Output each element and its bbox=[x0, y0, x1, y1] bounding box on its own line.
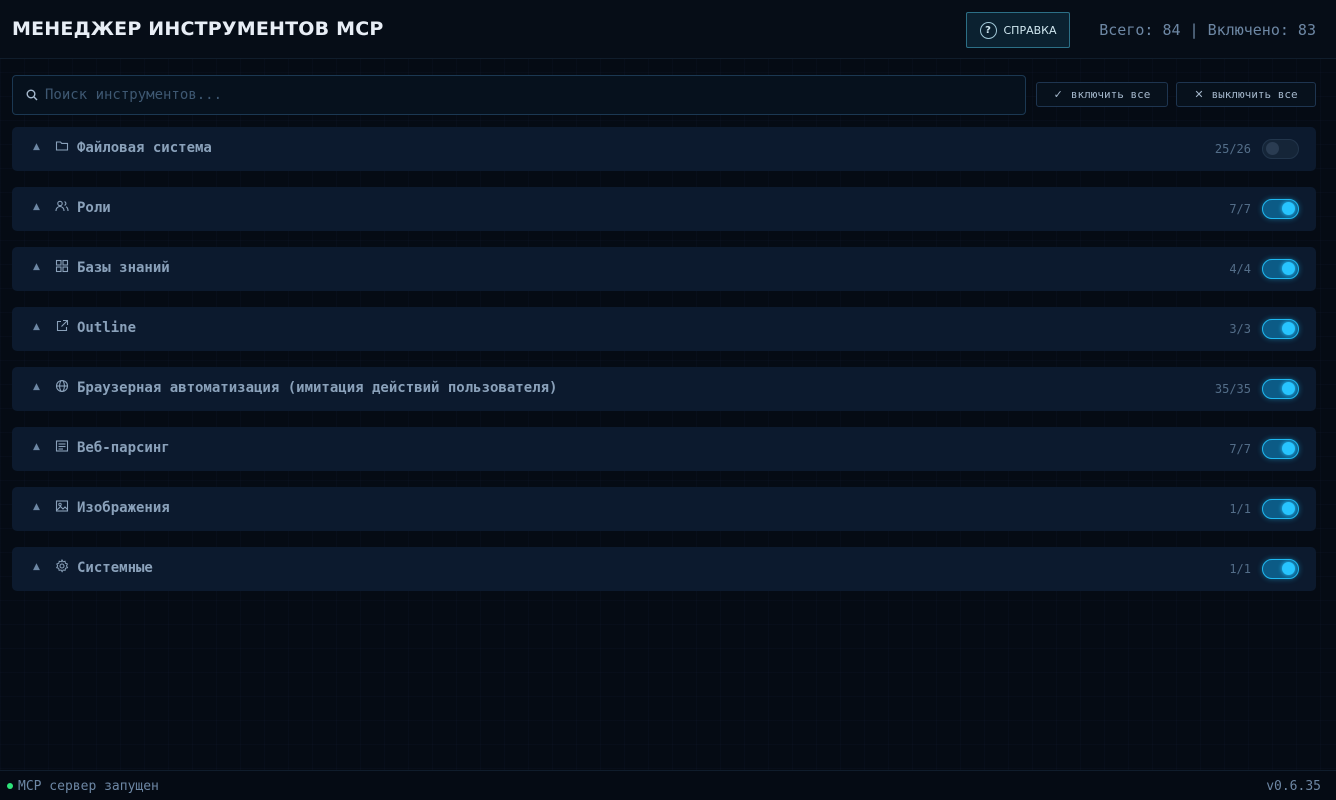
status-bar: MCP сервер запущен v0.6.35 bbox=[0, 770, 1336, 800]
collapse-caret-icon[interactable]: ▲ bbox=[33, 202, 40, 212]
enable-all-button[interactable]: ✓ включить все bbox=[1036, 82, 1168, 107]
collapse-caret-icon[interactable]: ▲ bbox=[33, 562, 40, 572]
category-toggle[interactable] bbox=[1262, 499, 1299, 519]
tool-stats: Всего: 84 | Включено: 83 bbox=[1099, 21, 1316, 39]
category-roles[interactable]: ▲ Роли 7/7 bbox=[12, 187, 1316, 231]
help-button-label: СПРАВКА bbox=[1003, 23, 1057, 37]
server-status: MCP сервер запущен bbox=[18, 779, 159, 794]
category-count: 35/35 bbox=[1214, 382, 1251, 396]
category-toggle[interactable] bbox=[1262, 199, 1299, 219]
search-box bbox=[12, 75, 1026, 115]
folder-icon bbox=[55, 141, 69, 151]
category-label: Роли bbox=[77, 200, 111, 216]
category-label: Outline bbox=[77, 320, 137, 336]
category-label: Базы знаний bbox=[77, 260, 170, 276]
category-system[interactable]: ▲ Системные 1/1 bbox=[12, 547, 1316, 591]
app-version: v0.6.35 bbox=[1266, 779, 1321, 794]
category-knowledge-bases[interactable]: ▲ Базы знаний 4/4 bbox=[12, 247, 1316, 291]
external-link-icon bbox=[56, 319, 69, 332]
app-title: МЕНЕДЖЕР ИНСТРУМЕНТОВ MCP bbox=[12, 18, 384, 40]
header: МЕНЕДЖЕР ИНСТРУМЕНТОВ MCP ? СПРАВКА Всег… bbox=[0, 0, 1336, 59]
globe-icon bbox=[55, 379, 69, 393]
collapse-caret-icon[interactable]: ▲ bbox=[33, 382, 40, 392]
collapse-caret-icon[interactable]: ▲ bbox=[33, 502, 40, 512]
category-toggle[interactable] bbox=[1262, 559, 1299, 579]
category-count: 4/4 bbox=[1229, 262, 1251, 276]
category-count: 7/7 bbox=[1229, 442, 1251, 456]
category-toggle[interactable] bbox=[1262, 439, 1299, 459]
category-label: Браузерная автоматизация (имитация дейст… bbox=[77, 380, 558, 396]
category-outline[interactable]: ▲ Outline 3/3 bbox=[12, 307, 1316, 351]
category-toggle[interactable] bbox=[1262, 319, 1299, 339]
collapse-caret-icon[interactable]: ▲ bbox=[33, 142, 40, 152]
search-input[interactable] bbox=[45, 76, 1015, 114]
category-toggle[interactable] bbox=[1262, 259, 1299, 279]
collapse-caret-icon[interactable]: ▲ bbox=[33, 322, 40, 332]
gear-icon bbox=[55, 559, 69, 573]
category-filesystem[interactable]: ▲ Файловая система 25/26 bbox=[12, 127, 1316, 171]
category-web-parsing[interactable]: ▲ Веб-парсинг 7/7 bbox=[12, 427, 1316, 471]
document-icon bbox=[55, 440, 69, 452]
category-count: 25/26 bbox=[1214, 142, 1251, 156]
category-count: 1/1 bbox=[1229, 502, 1251, 516]
disable-all-label: выключить все bbox=[1211, 88, 1298, 101]
category-toggle[interactable] bbox=[1262, 139, 1299, 159]
category-toggle[interactable] bbox=[1262, 379, 1299, 399]
category-browser-automation[interactable]: ▲ Браузерная автоматизация (имитация дей… bbox=[12, 367, 1316, 411]
category-count: 1/1 bbox=[1229, 562, 1251, 576]
enable-all-label: включить все bbox=[1070, 88, 1151, 101]
category-images[interactable]: ▲ Изображения 1/1 bbox=[12, 487, 1316, 531]
search-icon bbox=[26, 89, 38, 101]
help-button[interactable]: ? СПРАВКА bbox=[966, 12, 1070, 48]
category-count: 7/7 bbox=[1229, 202, 1251, 216]
category-label: Веб-парсинг bbox=[77, 440, 170, 456]
category-label: Системные bbox=[77, 560, 153, 576]
help-icon: ? bbox=[979, 21, 997, 39]
collapse-caret-icon[interactable]: ▲ bbox=[33, 442, 40, 452]
collapse-caret-icon[interactable]: ▲ bbox=[33, 262, 40, 272]
users-icon bbox=[55, 200, 69, 212]
grid-icon bbox=[55, 259, 69, 273]
category-count: 3/3 bbox=[1229, 322, 1251, 336]
category-label: Изображения bbox=[77, 500, 170, 516]
status-indicator bbox=[7, 783, 13, 789]
disable-all-button[interactable]: ✕ выключить все bbox=[1176, 82, 1316, 107]
category-label: Файловая система bbox=[77, 140, 212, 156]
check-icon: ✓ bbox=[1053, 88, 1063, 101]
close-icon: ✕ bbox=[1194, 88, 1204, 101]
image-icon bbox=[55, 500, 69, 512]
